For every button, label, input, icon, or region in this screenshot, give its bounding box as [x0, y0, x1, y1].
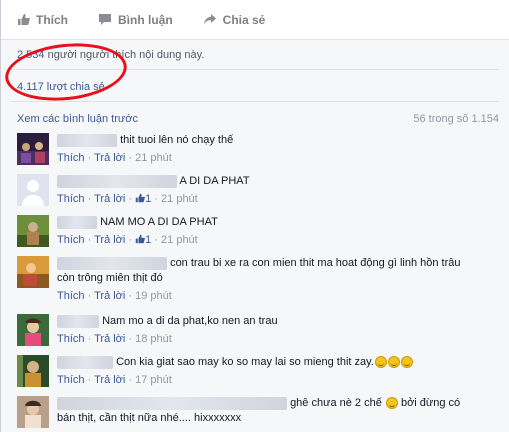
- comment-meta: Thích · Trả lời · 1 · 21 phút: [57, 193, 198, 205]
- comment-like-link[interactable]: Thích: [57, 290, 85, 302]
- commenter-name[interactable]: [57, 174, 177, 188]
- comment-like-link[interactable]: Thích: [57, 374, 85, 386]
- grinning-emoji-icon: [374, 356, 387, 369]
- comment-time: 21 phút: [161, 234, 198, 246]
- commenter-name[interactable]: [57, 396, 287, 410]
- comment-body: A DI DA PHAT Thích · Trả lời · 1 · 21 ph…: [57, 174, 499, 207]
- avatar[interactable]: [17, 256, 49, 288]
- share-button-label: Chia sẻ: [222, 12, 266, 27]
- comment-text: Nam mo a di da phat,ko nen an trau: [102, 315, 278, 327]
- comment-like-link[interactable]: Thích: [57, 193, 85, 205]
- comment-meta: Thích · Trả lời · 1 · 21 phút: [57, 234, 198, 246]
- avatar[interactable]: [17, 133, 49, 165]
- avatar[interactable]: [17, 396, 49, 428]
- comment-reply-link[interactable]: Trả lời: [94, 234, 125, 246]
- commenter-name[interactable]: [57, 215, 97, 229]
- comment-text: bán thịt, cần thịt nữa nhé.... hixxxxxxx: [57, 412, 242, 424]
- comment-like-count[interactable]: 1: [145, 193, 151, 205]
- comment-like-link[interactable]: Thích: [57, 333, 85, 345]
- comment-time: 19 phút: [135, 290, 172, 302]
- action-bar: Thích Bình luận Chia sẻ: [1, 0, 509, 40]
- comment-reply-link[interactable]: Trả lời: [94, 374, 125, 386]
- comment-body: con trau bi xe ra con mien thit ma hoat …: [57, 256, 499, 304]
- comment-text: Con kia giat sao may ko so may lai so mi…: [116, 356, 374, 368]
- comment-time: 18 phút: [135, 333, 172, 345]
- comment-reply-link[interactable]: Trả lời: [94, 193, 125, 205]
- like-thumb-icon: [135, 234, 146, 244]
- view-previous-comments-link[interactable]: Xem các bình luận trước: [17, 113, 138, 125]
- avatar[interactable]: [17, 314, 49, 346]
- share-arrow-icon: [203, 14, 216, 25]
- comment-button[interactable]: Bình luận: [98, 13, 173, 27]
- comment-body: Nam mo a di da phat,ko nen an trau Thích…: [57, 314, 499, 347]
- comment-body: thit tuoi lên nó chạy thế Thích · Trả lờ…: [57, 133, 499, 166]
- grinning-emoji-icon: [387, 356, 400, 369]
- avatar[interactable]: [17, 215, 49, 247]
- comment-text: A DI DA PHAT: [179, 175, 250, 187]
- commenter-name[interactable]: [57, 314, 99, 328]
- commenter-name[interactable]: [57, 355, 113, 369]
- like-button-label: Thích: [36, 12, 68, 27]
- comment-text: ghê chưa nè 2 chế: [290, 397, 382, 409]
- share-button[interactable]: Chia sẻ: [203, 12, 266, 27]
- comment-button-label: Bình luận: [118, 12, 173, 27]
- comment-meta: Thích · Trả lời · 21 phút: [57, 152, 172, 164]
- comment-reply-link[interactable]: Trả lời: [94, 290, 125, 302]
- comment-meta: Thích · Trả lời · 19 phút: [57, 290, 172, 302]
- like-thumb-icon: [135, 193, 146, 203]
- commenter-name[interactable]: [57, 133, 117, 147]
- comment-reply-link[interactable]: Trả lời: [94, 152, 125, 164]
- comment-time: 21 phút: [135, 152, 172, 164]
- grinning-emoji-icon: [400, 356, 413, 369]
- avatar[interactable]: [17, 355, 49, 387]
- commenter-name[interactable]: [57, 256, 167, 270]
- comment-time: 17 phút: [135, 374, 172, 386]
- comment-reply-link[interactable]: Trả lời: [94, 333, 125, 345]
- crying-emoji-icon: [385, 397, 398, 410]
- divider: [11, 101, 499, 102]
- default-avatar[interactable]: [17, 174, 49, 206]
- comment-body: NAM MO A DI DA PHAT Thích · Trả lời · 1 …: [57, 215, 499, 248]
- thumbs-up-icon: [18, 14, 30, 25]
- comment-text: NAM MO A DI DA PHAT: [100, 216, 218, 228]
- comment-count: 56 trong số 1.154: [413, 113, 499, 125]
- comment-text: bởi đừng có: [400, 397, 461, 409]
- comment-meta: Thích · Trả lời · 18 phút: [57, 333, 172, 345]
- comment-like-link[interactable]: Thích: [57, 152, 85, 164]
- comment-time: 21 phút: [161, 193, 198, 205]
- comment-like-count[interactable]: 1: [145, 234, 151, 246]
- comment-meta: Thích · Trả lời · 17 phút: [57, 374, 172, 386]
- post-feedback-panel: Thích Bình luận Chia sẻ 2.534 người ngườ…: [0, 0, 509, 432]
- previous-comments-row: Xem các bình luận trước 56 trong số 1.15…: [17, 113, 499, 125]
- comment-like-link[interactable]: Thích: [57, 234, 85, 246]
- comment-text: thit tuoi lên nó chạy thế: [120, 134, 234, 146]
- comment-body: Con kia giat sao may ko so may lai so mi…: [57, 355, 499, 388]
- like-button[interactable]: Thích: [17, 13, 68, 27]
- comment-icon: [99, 14, 111, 25]
- comment-body: ghê chưa nè 2 chế bởi đừng có bán thịt, …: [57, 396, 499, 426]
